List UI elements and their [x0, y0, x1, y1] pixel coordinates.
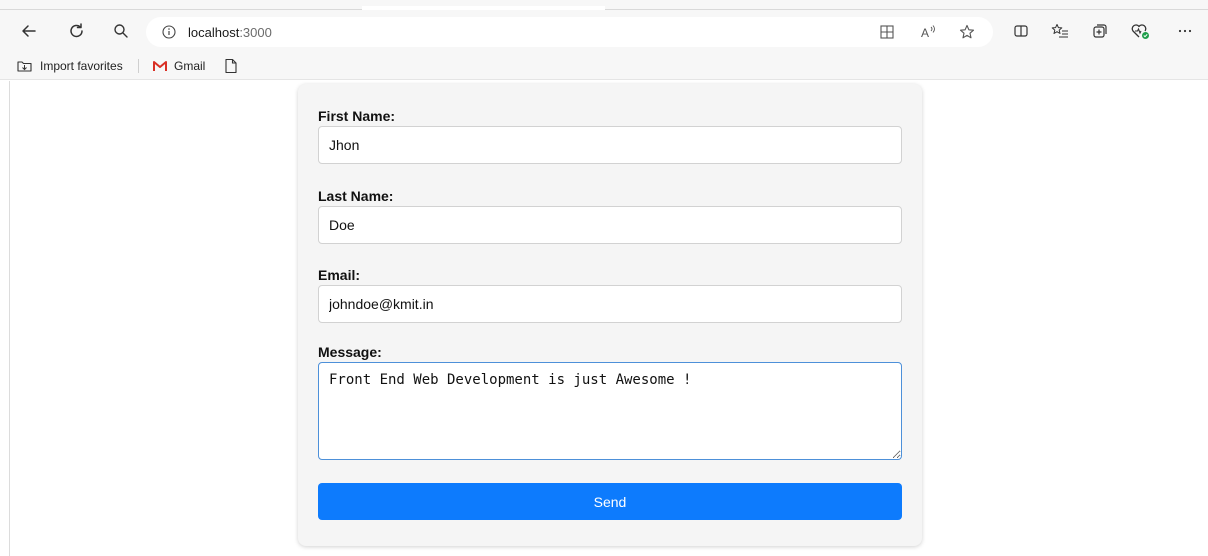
favorites-item-page[interactable] — [224, 56, 238, 76]
app-available-icon[interactable] — [876, 23, 898, 41]
collections-icon — [1093, 24, 1107, 38]
more-dots-icon — [1178, 29, 1192, 33]
gmail-icon — [153, 61, 167, 71]
favorites-item-import[interactable]: Import favorites — [16, 56, 123, 76]
refresh-icon — [70, 23, 83, 38]
search-icon — [114, 24, 128, 38]
more-menu-button[interactable] — [1170, 16, 1200, 46]
message-label: Message: — [318, 344, 382, 360]
viewport-left-border — [9, 81, 10, 556]
search-button[interactable] — [106, 16, 136, 46]
page-viewport: First Name: Last Name: Email: Message: F… — [0, 81, 1208, 556]
refresh-button[interactable] — [62, 16, 92, 46]
collections-button[interactable] — [1085, 16, 1115, 46]
browser-toolbar: localhost:3000 A — [0, 10, 1208, 52]
page-icon — [225, 58, 237, 74]
email-label: Email: — [318, 267, 361, 283]
favorites-item-gmail[interactable]: Gmail — [152, 56, 205, 76]
favorites-item-import-label: Import favorites — [40, 59, 123, 73]
address-bar[interactable]: localhost:3000 A — [146, 17, 993, 47]
svg-text:A: A — [921, 26, 929, 40]
back-arrow-icon — [22, 25, 36, 37]
url-text: localhost:3000 — [188, 25, 272, 40]
email-input[interactable] — [318, 285, 902, 323]
url-port: :3000 — [239, 24, 272, 40]
browser-essentials-button[interactable] — [1125, 16, 1155, 46]
read-aloud-icon[interactable]: A — [918, 23, 940, 41]
favorites-item-gmail-label: Gmail — [174, 59, 206, 73]
url-host: localhost — [188, 24, 240, 40]
back-button[interactable] — [14, 16, 44, 46]
send-button[interactable]: Send — [318, 483, 902, 520]
last-name-input[interactable] — [318, 206, 902, 244]
favorites-list-icon — [1051, 24, 1068, 38]
favorites-divider — [138, 59, 139, 73]
first-name-label: First Name: — [318, 108, 396, 124]
first-name-input[interactable] — [318, 126, 902, 164]
split-screen-button[interactable] — [1006, 16, 1036, 46]
message-textarea[interactable]: Front End Web Development is just Awesom… — [318, 362, 902, 460]
contact-form: First Name: Last Name: Email: Message: F… — [298, 84, 922, 546]
tab-strip-edge — [0, 0, 1208, 10]
browser-essentials-heart-icon — [1131, 24, 1149, 39]
favorites-button[interactable] — [1045, 16, 1075, 46]
last-name-label: Last Name: — [318, 188, 394, 204]
split-screen-icon — [1014, 25, 1028, 37]
import-favorites-icon — [17, 61, 32, 72]
favorites-bar: Import favorites Gmail — [0, 52, 1208, 80]
favorite-star-icon[interactable] — [956, 23, 978, 41]
site-info-icon[interactable] — [160, 23, 178, 41]
